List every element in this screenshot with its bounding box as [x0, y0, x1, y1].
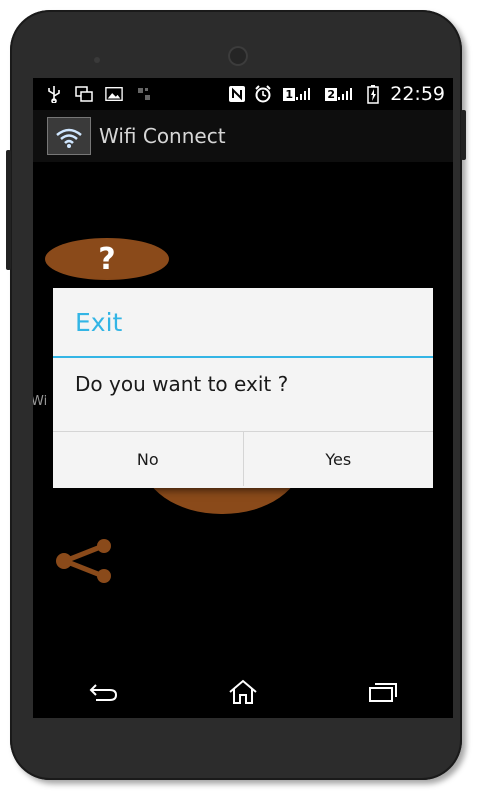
background-label: Wi — [33, 394, 48, 409]
action-bar: Wifi Connect — [33, 110, 453, 162]
help-button[interactable]: ? — [45, 238, 169, 280]
usb-icon — [45, 85, 63, 103]
question-mark-icon: ? — [98, 241, 116, 277]
dialog-button-row: No Yes — [53, 432, 433, 486]
navigation-bar — [33, 666, 453, 718]
power-button — [461, 110, 466, 160]
image-icon — [105, 85, 123, 103]
back-icon[interactable] — [73, 672, 133, 712]
sim2-signal-icon: 2 — [322, 85, 356, 103]
status-bar: 1 2 22:59 — [33, 78, 453, 110]
app-title: Wifi Connect — [99, 124, 226, 148]
battery-charging-icon — [364, 85, 382, 104]
alarm-icon — [254, 85, 272, 103]
sim2-badge: 2 — [325, 87, 338, 101]
recents-icon[interactable] — [353, 672, 413, 712]
dialog-title: Exit — [53, 288, 433, 358]
nfc-icon — [228, 85, 246, 103]
volume-button — [6, 150, 11, 270]
no-button[interactable]: No — [53, 432, 243, 486]
yes-button[interactable]: Yes — [242, 432, 434, 486]
home-icon[interactable] — [213, 672, 273, 712]
screenshot-icon — [75, 85, 93, 103]
share-icon[interactable] — [53, 538, 117, 588]
wifi-icon — [47, 117, 91, 155]
sensor-dot — [94, 57, 100, 63]
phone-frame: 1 2 22:59 Wifi Connect ? Wi Exit Do you … — [6, 10, 466, 780]
sim1-signal-icon: 1 — [280, 85, 314, 103]
exit-dialog: Exit Do you want to exit ? No Yes — [53, 288, 433, 488]
network-icon — [135, 85, 153, 103]
dialog-message: Do you want to exit ? — [53, 358, 433, 432]
status-time: 22:59 — [390, 83, 445, 105]
screen: 1 2 22:59 Wifi Connect ? Wi Exit Do you … — [33, 78, 453, 718]
sim1-badge: 1 — [283, 87, 296, 101]
front-camera — [228, 46, 248, 66]
